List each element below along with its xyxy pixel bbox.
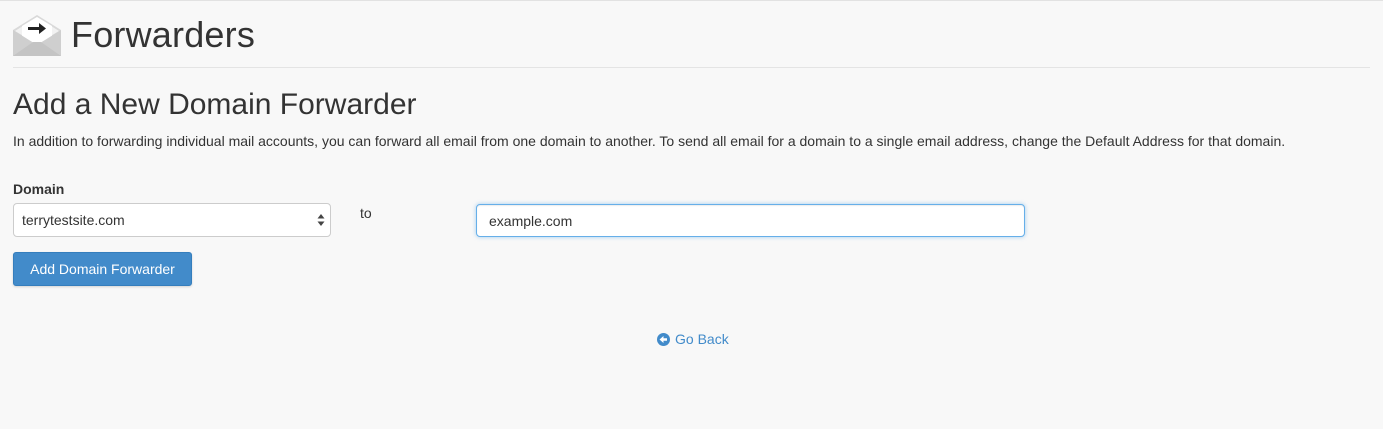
select-arrows-icon: [317, 214, 325, 226]
header-divider: [13, 67, 1370, 68]
go-back-link[interactable]: Go Back: [657, 331, 729, 347]
destination-domain-input[interactable]: [476, 204, 1025, 237]
page-title: Forwarders: [71, 14, 256, 55]
domain-label: Domain: [13, 181, 65, 197]
go-back-label: Go Back: [675, 331, 729, 347]
domain-select-value: terrytestsite.com: [22, 212, 125, 228]
to-label: to: [360, 205, 372, 221]
domain-select[interactable]: terrytestsite.com: [13, 203, 331, 237]
arrow-circle-left-icon: [657, 332, 670, 346]
section-description: In addition to forwarding individual mai…: [13, 133, 1286, 149]
page-header: Forwarders: [13, 11, 255, 59]
section-title: Add a New Domain Forwarder: [13, 88, 417, 121]
add-domain-forwarder-button[interactable]: Add Domain Forwarder: [13, 252, 192, 286]
page: Forwarders Add a New Domain Forwarder In…: [0, 0, 1383, 429]
envelope-forward-icon: [13, 15, 61, 56]
